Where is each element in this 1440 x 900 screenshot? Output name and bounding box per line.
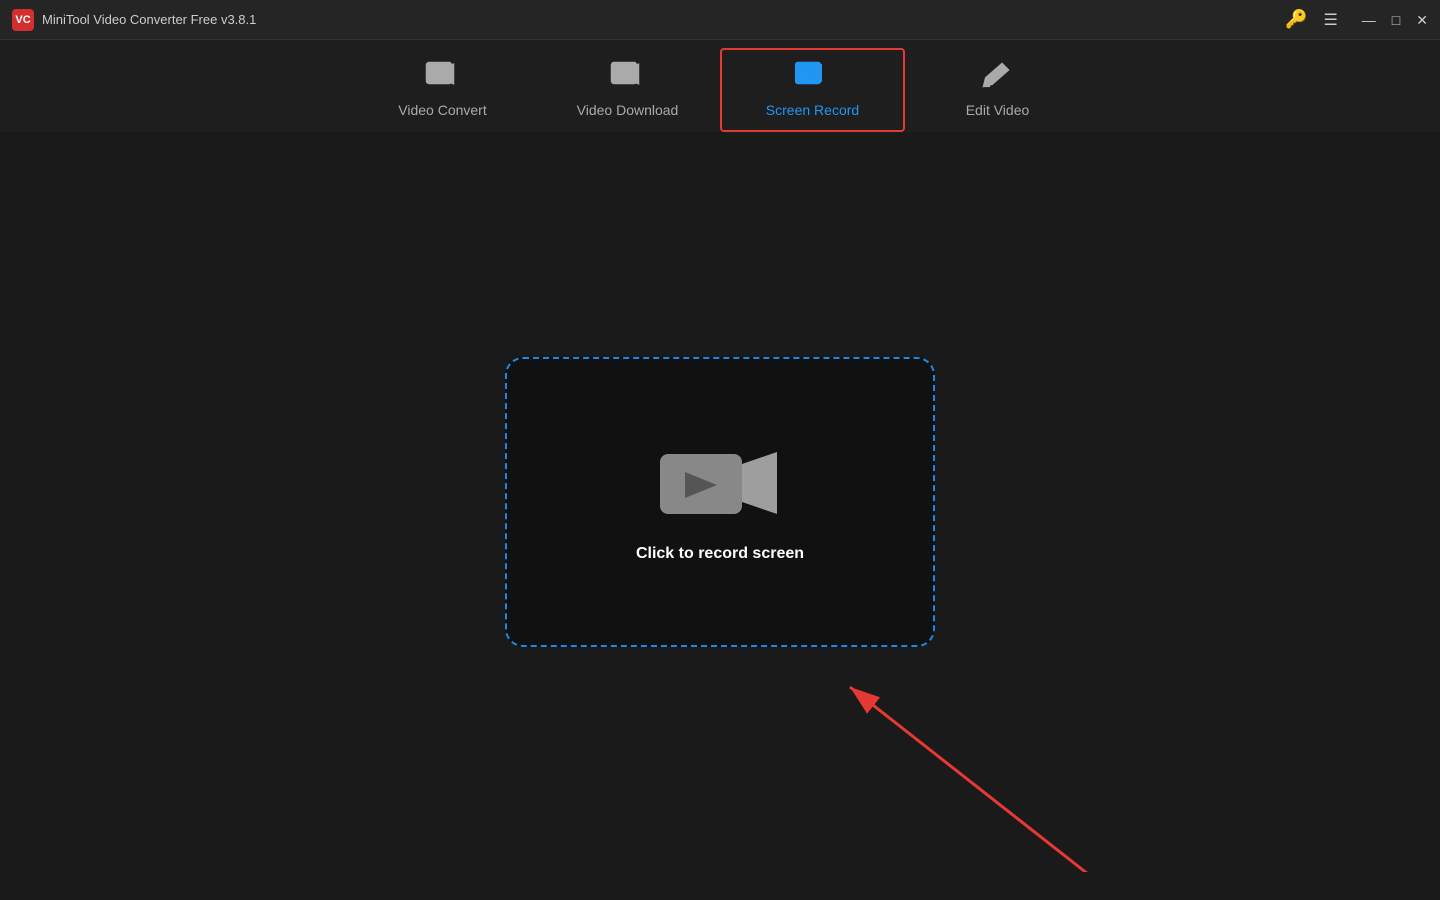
maximize-button[interactable]: □ bbox=[1392, 13, 1400, 27]
click-to-record-label: Click to record screen bbox=[636, 545, 804, 563]
tab-video-convert[interactable]: Video Convert bbox=[350, 48, 535, 132]
tab-video-download-label: Video Download bbox=[577, 102, 679, 118]
record-area[interactable]: Click to record screen bbox=[505, 357, 935, 647]
tab-screen-record[interactable]: Screen Record bbox=[720, 48, 905, 132]
app-title: MiniTool Video Converter Free v3.8.1 bbox=[42, 12, 256, 27]
title-bar-right: 🔑 ☰ — □ ✕ bbox=[1285, 9, 1428, 30]
video-convert-icon bbox=[425, 58, 461, 94]
key-icon[interactable]: 🔑 bbox=[1285, 9, 1307, 30]
app-logo: VC bbox=[12, 9, 34, 31]
tab-screen-record-label: Screen Record bbox=[766, 102, 859, 118]
title-bar-left: VC MiniTool Video Converter Free v3.8.1 bbox=[12, 9, 256, 31]
edit-video-icon bbox=[980, 58, 1016, 94]
nav-bar: Video Convert Video Download Screen Reco… bbox=[0, 40, 1440, 132]
menu-icon[interactable]: ☰ bbox=[1323, 10, 1337, 30]
tab-video-download[interactable]: Video Download bbox=[535, 48, 720, 132]
record-camera-icon bbox=[655, 442, 785, 527]
minimize-button[interactable]: — bbox=[1362, 13, 1376, 27]
window-controls: — □ ✕ bbox=[1362, 13, 1428, 27]
video-download-icon bbox=[610, 58, 646, 94]
tab-video-convert-label: Video Convert bbox=[398, 102, 486, 118]
tab-edit-video[interactable]: Edit Video bbox=[905, 48, 1090, 132]
title-bar: VC MiniTool Video Converter Free v3.8.1 … bbox=[0, 0, 1440, 40]
tab-edit-video-label: Edit Video bbox=[966, 102, 1030, 118]
screen-record-icon bbox=[795, 58, 831, 94]
close-button[interactable]: ✕ bbox=[1416, 13, 1428, 27]
main-content: Click to record screen bbox=[0, 132, 1440, 872]
